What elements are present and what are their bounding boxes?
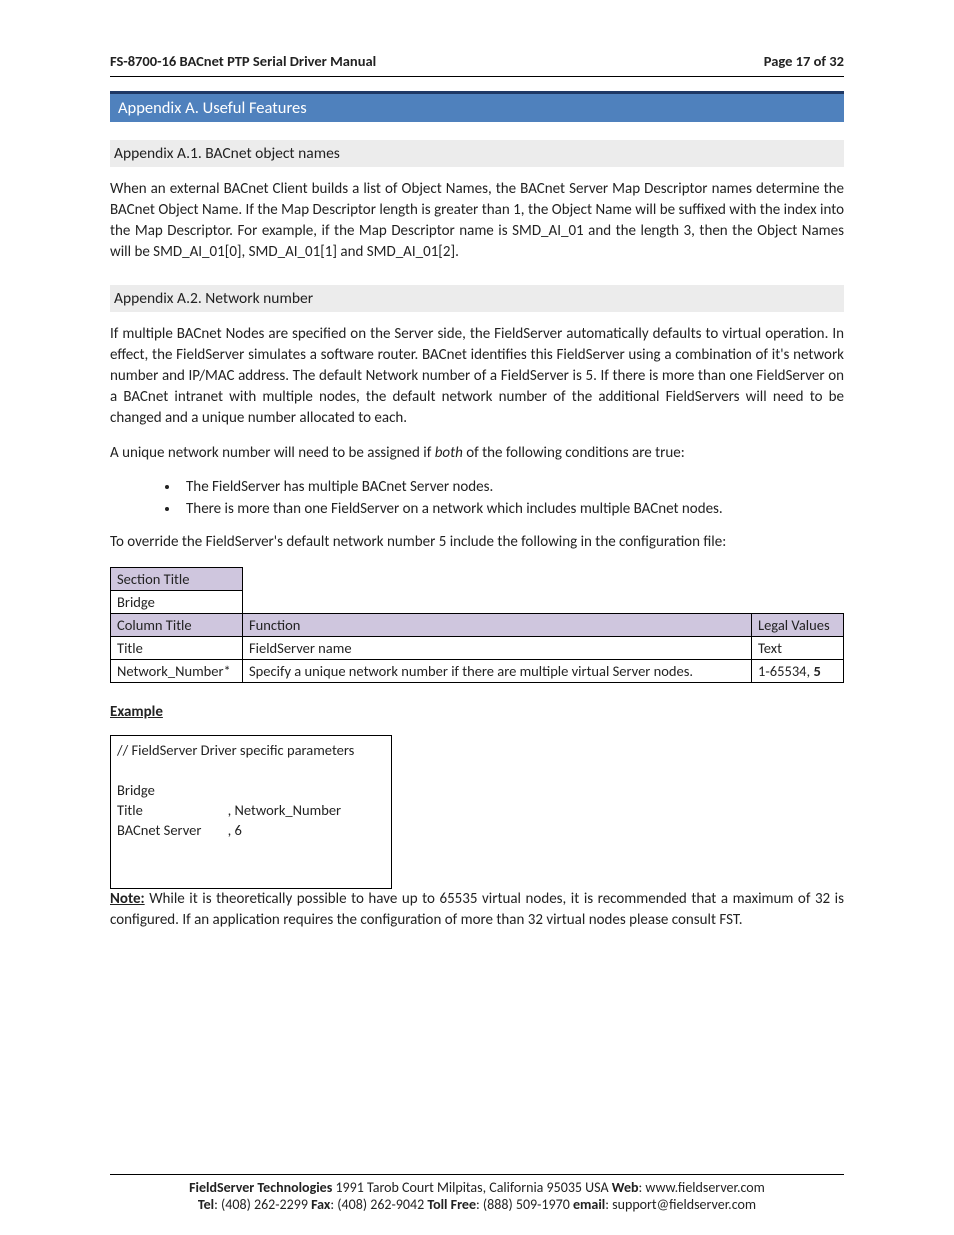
a1-paragraph: When an external BACnet Client builds a … bbox=[110, 179, 844, 263]
a2-paragraph-3: To override the FieldServer's default ne… bbox=[110, 532, 844, 553]
example-title-key: Title bbox=[111, 800, 222, 820]
empty-cell bbox=[243, 568, 752, 591]
table-row: Column Title Function Legal Values bbox=[111, 614, 844, 637]
cell-text: Text bbox=[752, 637, 844, 660]
a2-paragraph-2: A unique network number will need to be … bbox=[110, 443, 844, 464]
a2-p2-em: both bbox=[435, 444, 463, 462]
footer-addr: 1991 Tarob Court Milpitas, California 95… bbox=[332, 1179, 611, 1196]
table-row: Title FieldServer name Text bbox=[111, 637, 844, 660]
page-number: Page 17 of 32 bbox=[764, 52, 844, 70]
cell-column-title-header: Column Title bbox=[111, 614, 243, 637]
a2-bullet-list: The FieldServer has multiple BACnet Serv… bbox=[110, 478, 844, 518]
footer-tollfree-value: : (888) 509-1970 bbox=[476, 1196, 573, 1213]
page-footer: FieldServer Technologies 1991 Tarob Cour… bbox=[110, 1174, 844, 1213]
appendix-a-heading: Appendix A. Useful Features bbox=[110, 91, 844, 122]
a2-p2-pre: A unique network number will need to be … bbox=[110, 444, 435, 462]
note-label: Note: bbox=[110, 890, 145, 908]
cell-range-text: 1-65534, bbox=[758, 662, 813, 680]
footer-web-label: Web bbox=[612, 1179, 639, 1196]
cell-title: Title bbox=[111, 637, 243, 660]
footer-tollfree-label: Toll Free bbox=[427, 1196, 476, 1213]
footer-company: FieldServer Technologies bbox=[189, 1179, 332, 1196]
empty-cell bbox=[752, 568, 844, 591]
appendix-a2-heading: Appendix A.2. Network number bbox=[110, 285, 844, 312]
a2-bullet-1: The FieldServer has multiple BACnet Serv… bbox=[180, 478, 844, 496]
a2-bullet-2: There is more than one FieldServer on a … bbox=[180, 500, 844, 518]
cell-specify-desc: Specify a unique network number if there… bbox=[243, 660, 752, 683]
cell-bridge: Bridge bbox=[111, 591, 243, 614]
example-table: // FieldServer Driver specific parameter… bbox=[111, 740, 364, 840]
empty-cell bbox=[243, 591, 752, 614]
example-bridge: Bridge bbox=[111, 780, 222, 800]
cell-fieldserver-name: FieldServer name bbox=[243, 637, 752, 660]
config-table: Section Title Bridge Column Title Functi… bbox=[110, 567, 844, 683]
a2-paragraph-1: If multiple BACnet Nodes are specified o… bbox=[110, 324, 844, 429]
cell-section-title-header: Section Title bbox=[111, 568, 243, 591]
footer-fax-value: : (408) 262-9042 bbox=[330, 1196, 427, 1213]
note-text: While it is theoretically possible to ha… bbox=[110, 890, 844, 929]
footer-line-2: Tel: (408) 262-2299 Fax: (408) 262-9042 … bbox=[110, 1196, 844, 1213]
cell-legal-range: 1-65534, 5 bbox=[752, 660, 844, 683]
footer-tel-label: Tel bbox=[198, 1196, 214, 1213]
doc-title: FS-8700-16 BACnet PTP Serial Driver Manu… bbox=[110, 52, 376, 70]
page-header: FS-8700-16 BACnet PTP Serial Driver Manu… bbox=[110, 52, 844, 77]
example-six: , 6 bbox=[222, 820, 365, 840]
footer-email-value: : support@fieldserver.com bbox=[605, 1196, 756, 1213]
footer-fax-label: Fax bbox=[311, 1196, 330, 1213]
example-label: Example bbox=[110, 703, 844, 721]
footer-tel-value: : (408) 262-2299 bbox=[214, 1196, 311, 1213]
empty-cell bbox=[752, 591, 844, 614]
table-row: Section Title bbox=[111, 568, 844, 591]
cell-function-header: Function bbox=[243, 614, 752, 637]
page: FS-8700-16 BACnet PTP Serial Driver Manu… bbox=[0, 0, 954, 1235]
a2-p2-post: of the following conditions are true: bbox=[463, 444, 685, 462]
example-comment: // FieldServer Driver specific parameter… bbox=[111, 740, 364, 760]
footer-line-1: FieldServer Technologies 1991 Tarob Cour… bbox=[110, 1179, 844, 1196]
cell-range-default: 5 bbox=[813, 662, 820, 680]
footer-email-label: email bbox=[573, 1196, 605, 1213]
example-blank bbox=[111, 760, 364, 780]
appendix-a1-heading: Appendix A.1. BACnet object names bbox=[110, 140, 844, 167]
example-box: // FieldServer Driver specific parameter… bbox=[110, 735, 392, 889]
table-row: Bridge bbox=[111, 591, 844, 614]
table-row: Network_Number* Specify a unique network… bbox=[111, 660, 844, 683]
example-empty bbox=[222, 780, 365, 800]
footer-web-value: : www.fieldserver.com bbox=[639, 1179, 765, 1196]
cell-network-number: Network_Number* bbox=[111, 660, 243, 683]
example-bacnet-server: BACnet Server bbox=[111, 820, 222, 840]
example-network-number-col: , Network_Number bbox=[222, 800, 365, 820]
note-paragraph: Note: While it is theoretically possible… bbox=[110, 889, 844, 931]
cell-legal-values-header: Legal Values bbox=[752, 614, 844, 637]
